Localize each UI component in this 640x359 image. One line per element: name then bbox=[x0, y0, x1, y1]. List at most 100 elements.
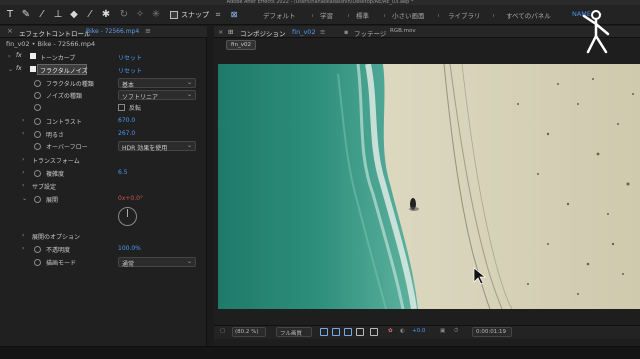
dial-hand bbox=[127, 209, 128, 217]
invert-label: 反転 bbox=[129, 105, 142, 112]
prop-label: コントラスト bbox=[46, 119, 82, 126]
workspace-standard[interactable]: 標準 bbox=[356, 10, 369, 20]
frame-icon[interactable] bbox=[356, 328, 364, 336]
prop-sub-settings[interactable]: › サブ設定 bbox=[0, 181, 207, 193]
stopwatch-icon[interactable] bbox=[34, 259, 41, 266]
chevron-down-icon: ⌄ bbox=[186, 91, 192, 98]
puppet-pin-icon[interactable]: ✱ bbox=[100, 9, 112, 21]
opacity-value[interactable]: 100.0% bbox=[118, 245, 141, 252]
reset-link[interactable]: リセット bbox=[118, 66, 142, 75]
rotate-tool-icon[interactable]: ↻ bbox=[118, 9, 130, 21]
guides-icon[interactable] bbox=[370, 328, 378, 336]
transparency-grid-icon[interactable] bbox=[332, 328, 340, 336]
prop-transform[interactable]: › トランスフォーム bbox=[0, 155, 207, 167]
lock-icon[interactable]: ▪ bbox=[344, 28, 348, 36]
tab-composition-name[interactable]: fin_v02 bbox=[292, 28, 316, 36]
stopwatch-icon[interactable] bbox=[34, 143, 41, 150]
tab-footage[interactable]: フッテージ bbox=[354, 28, 386, 38]
timecode-field[interactable]: 0:00:01:19 bbox=[472, 327, 512, 337]
panel-menu-icon[interactable]: ≡ bbox=[320, 28, 325, 36]
overflow-dropdown[interactable]: HDR 効果を使用 ⌄ bbox=[118, 141, 196, 152]
twirl-down-icon[interactable]: ⌄ bbox=[8, 66, 13, 73]
stopwatch-icon[interactable] bbox=[34, 118, 41, 125]
close-icon[interactable]: × bbox=[218, 28, 223, 36]
reset-link[interactable]: リセット bbox=[118, 53, 142, 62]
fx-icon[interactable]: fx bbox=[16, 65, 22, 72]
evolution-angle-dial[interactable] bbox=[118, 207, 137, 226]
workspace-all-panels[interactable]: すべてのパネル bbox=[506, 10, 551, 20]
brightness-value[interactable]: 267.0 bbox=[118, 130, 135, 137]
prop-label: 描画モード bbox=[46, 260, 77, 267]
effect-row-curves[interactable]: › fx トーンカーブ リセット bbox=[0, 52, 207, 64]
effect-controls-file[interactable]: Bike - 72566.mp4 bbox=[86, 28, 139, 35]
dropdown-value: ソフトリニア bbox=[122, 94, 159, 101]
prop-evolution-options[interactable]: › 展開のオプション bbox=[0, 231, 207, 243]
twirl-right-icon[interactable]: › bbox=[8, 53, 10, 60]
contrast-value[interactable]: 670.0 bbox=[118, 117, 135, 124]
snap-label: スナップ bbox=[181, 11, 209, 19]
color-channel-icon[interactable]: ✿ bbox=[388, 328, 393, 334]
stamp-tool-icon[interactable]: ⊥ bbox=[52, 9, 64, 21]
eraser-tool-icon[interactable]: ◆ bbox=[68, 9, 80, 21]
complexity-value[interactable]: 6.5 bbox=[118, 169, 128, 176]
workspace-learn[interactable]: 学習 bbox=[320, 10, 333, 20]
layer-path: fin_v02 • Bike - 72566.mp4 bbox=[6, 40, 96, 48]
composition-subtab[interactable]: fin_v02 bbox=[226, 40, 256, 50]
region-icon[interactable] bbox=[320, 328, 328, 336]
twirl-right-icon[interactable]: › bbox=[22, 169, 24, 176]
stopwatch-icon[interactable] bbox=[34, 104, 41, 111]
chevron-down-icon: ⌄ bbox=[186, 79, 192, 86]
stopwatch-icon[interactable] bbox=[34, 170, 41, 177]
fractal-type-dropdown[interactable]: 基本 ⌄ bbox=[118, 78, 196, 89]
prop-evolution: ⌄ 展開 0x+0.0° bbox=[0, 194, 207, 206]
tab-effect-controls[interactable]: エフェクトコントロール bbox=[19, 28, 91, 38]
brush-tool-icon[interactable]: ⁄ bbox=[36, 9, 48, 21]
quality-value: フル画質 bbox=[280, 331, 303, 337]
twirl-down-icon[interactable]: ⌄ bbox=[22, 195, 27, 202]
twirl-right-icon[interactable]: › bbox=[22, 182, 24, 189]
tab-footage-name[interactable]: RGB.mov bbox=[390, 28, 416, 34]
panel-menu-icon[interactable]: ≡ bbox=[145, 27, 151, 35]
mask-icon[interactable] bbox=[344, 328, 352, 336]
roto-brush-icon[interactable]: ⁄ bbox=[84, 9, 96, 21]
stopwatch-icon[interactable] bbox=[34, 246, 41, 253]
aerial-beach-image bbox=[218, 64, 640, 309]
prop-label: 複雑度 bbox=[46, 171, 65, 178]
starburst-tool-icon[interactable]: ✳ bbox=[150, 9, 162, 21]
noise-type-dropdown[interactable]: ソフトリニア ⌄ bbox=[118, 90, 196, 101]
pen-tool-icon[interactable]: ✎ bbox=[20, 9, 32, 21]
stopwatch-icon[interactable] bbox=[34, 80, 41, 87]
snap-checkbox[interactable] bbox=[170, 11, 178, 19]
fx-icon[interactable]: fx bbox=[16, 52, 22, 59]
type-tool-icon[interactable]: T bbox=[4, 9, 16, 21]
tab-composition[interactable]: コンポジション bbox=[240, 28, 286, 38]
workspace-default[interactable]: デフォルト bbox=[263, 10, 296, 20]
quality-dropdown[interactable]: フル画質 bbox=[276, 327, 312, 337]
workspace-small-screen[interactable]: 小さい画面 bbox=[392, 10, 425, 20]
evolution-value[interactable]: 0x+0.0° bbox=[118, 195, 143, 202]
invert-checkbox[interactable] bbox=[118, 104, 125, 111]
exposure-value[interactable]: +0.0 bbox=[412, 328, 425, 334]
timecode-icon[interactable]: ⏱ bbox=[454, 328, 458, 335]
workspace-libraries[interactable]: ライブラリ bbox=[448, 10, 481, 20]
pin-tool-icon[interactable]: ✧ bbox=[134, 9, 146, 21]
twirl-right-icon[interactable]: › bbox=[22, 156, 24, 163]
exposure-icon[interactable]: ◐ bbox=[400, 328, 405, 334]
stopwatch-icon[interactable] bbox=[34, 196, 41, 203]
zoom-dropdown[interactable]: (80.2 %) bbox=[232, 327, 266, 337]
close-icon[interactable]: × bbox=[7, 27, 13, 35]
twirl-right-icon[interactable]: › bbox=[22, 130, 24, 137]
blend-mode-dropdown[interactable]: 通常 ⌄ bbox=[118, 257, 196, 268]
twirl-right-icon[interactable]: › bbox=[22, 245, 24, 252]
snap-grid-icon[interactable]: ⊠ bbox=[228, 9, 240, 21]
twirl-right-icon[interactable]: › bbox=[22, 232, 24, 239]
composition-icon: ⊞ bbox=[228, 28, 234, 36]
snap-options-icon[interactable]: ⌗ bbox=[212, 9, 224, 21]
twirl-right-icon[interactable]: › bbox=[22, 117, 24, 124]
view-toggle-icon[interactable]: ▢ bbox=[220, 328, 225, 334]
composition-viewer[interactable] bbox=[218, 64, 640, 309]
effect-row-fractal-noise[interactable]: ⌄ fx フラクタルノイズ リセット bbox=[0, 64, 207, 77]
stopwatch-icon[interactable] bbox=[34, 131, 41, 138]
camera-icon[interactable]: ▣ bbox=[440, 328, 445, 334]
stopwatch-icon[interactable] bbox=[34, 92, 41, 99]
